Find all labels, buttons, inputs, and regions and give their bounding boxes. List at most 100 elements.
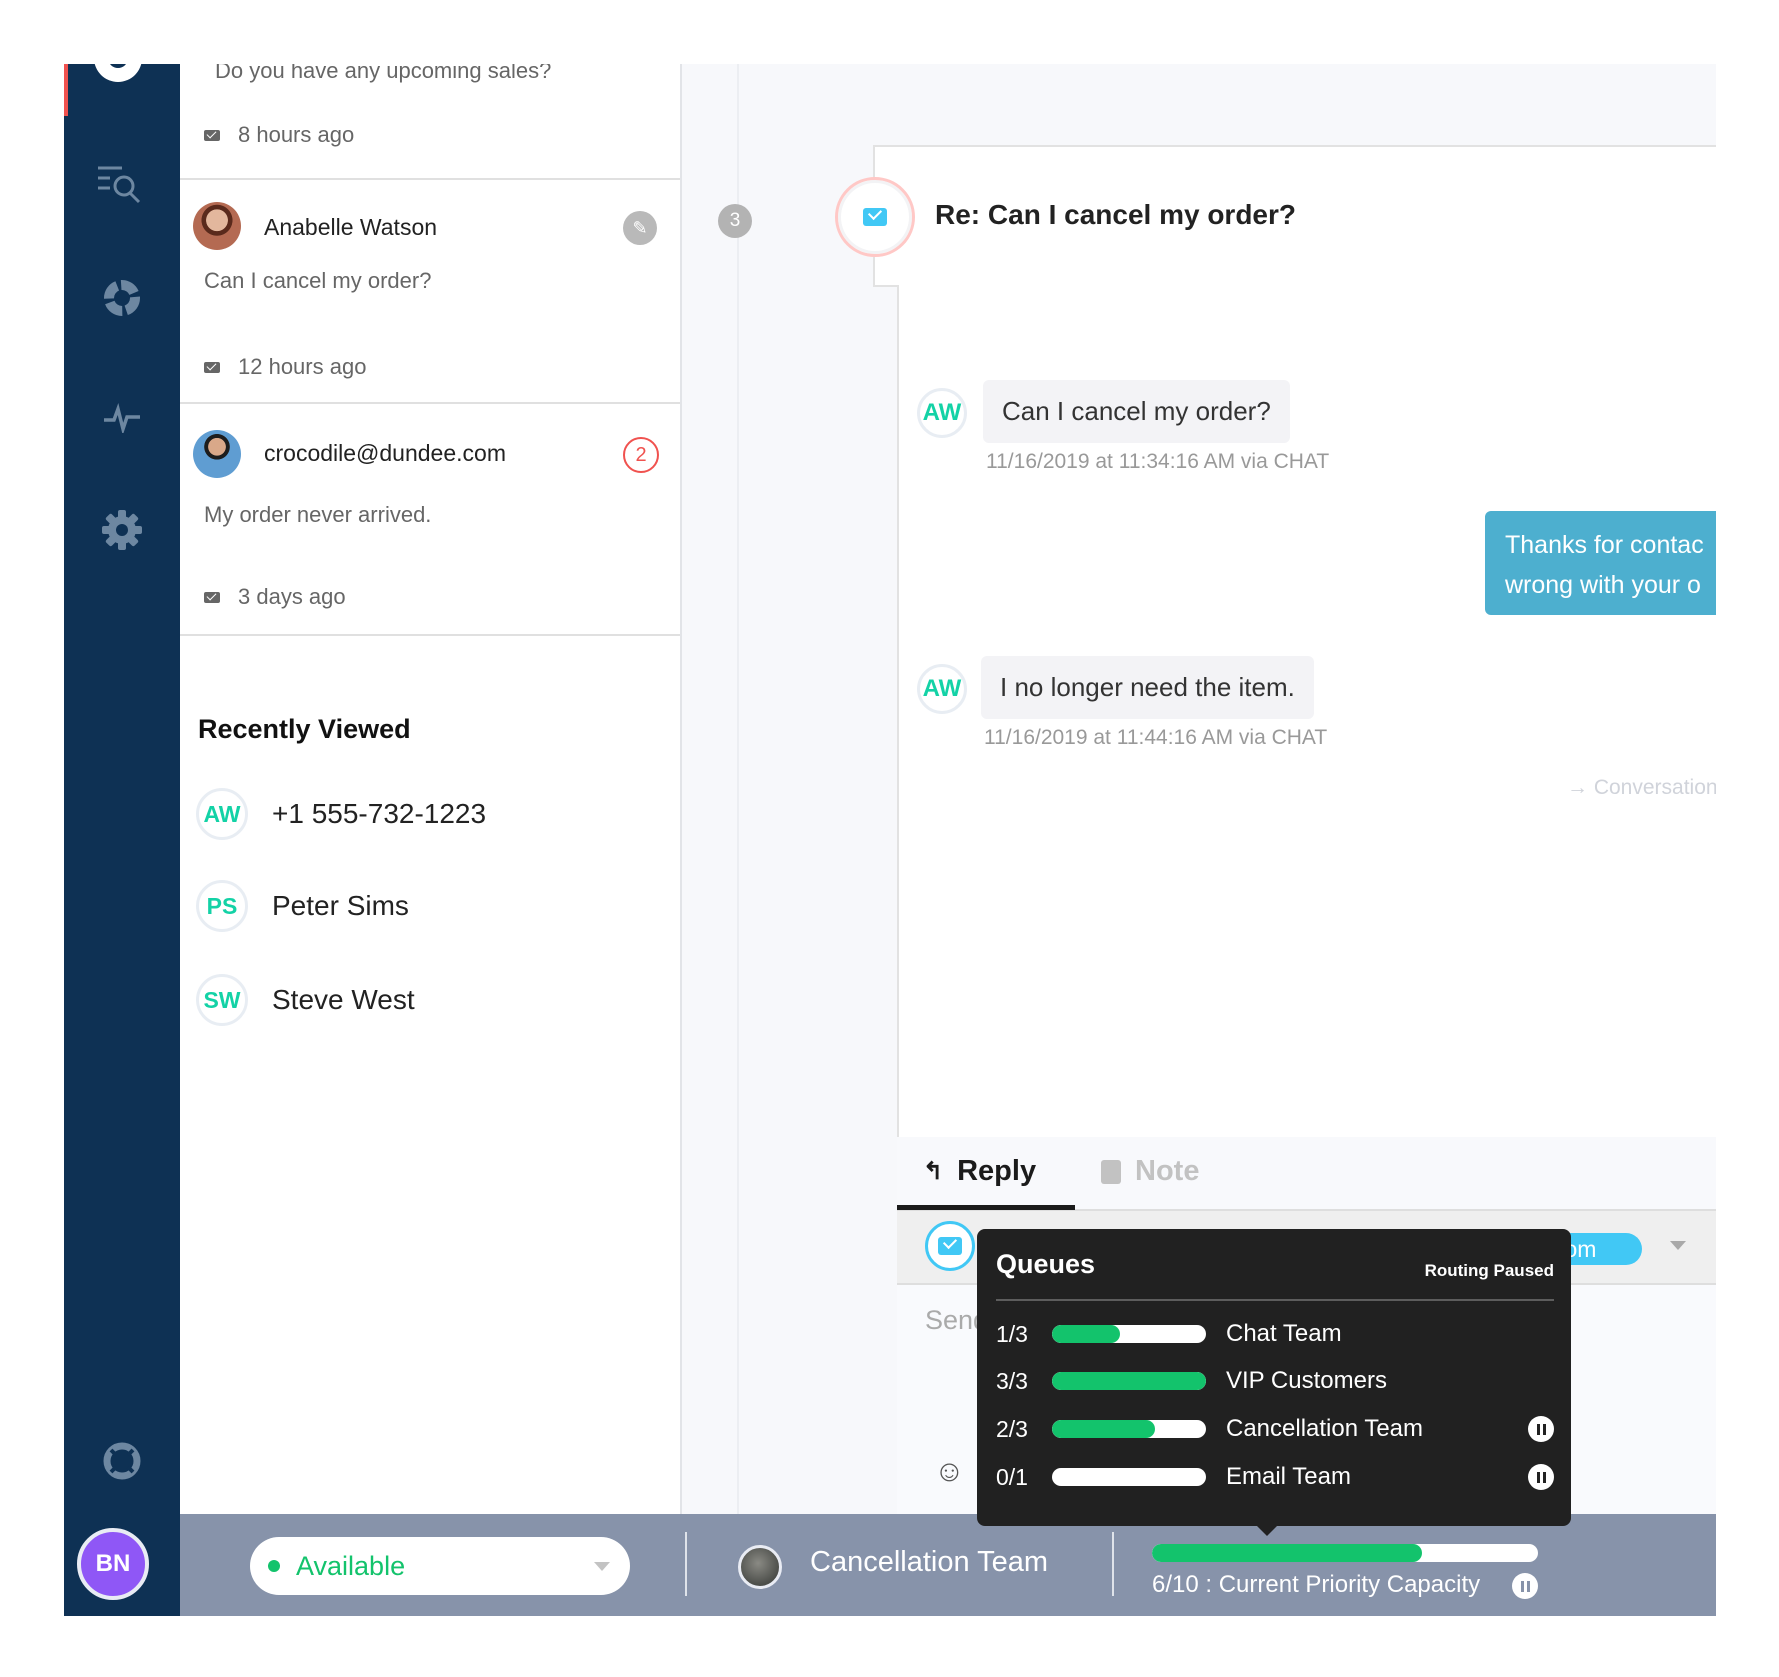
email-channel-icon [835, 177, 915, 257]
queue-count: 1/3 [996, 1320, 1028, 1347]
timeline-line [737, 64, 739, 1514]
conversation-time: 12 hours ago [204, 354, 366, 380]
conversation-item[interactable]: crocodile@dundee.com 2 My order never ar… [180, 404, 680, 636]
conversation-item[interactable]: Anabelle Watson ✎ Can I cancel my order?… [180, 180, 680, 404]
conversation-header: Re: Can I cancel my order? [835, 145, 1716, 287]
divider [996, 1299, 1554, 1301]
queue-bar-fill [1052, 1420, 1156, 1438]
tab-label: Reply [957, 1155, 1037, 1187]
recently-viewed-title: Recently Viewed [198, 714, 411, 744]
contact-photo [193, 430, 241, 478]
email-icon [204, 361, 220, 373]
logo-icon[interactable] [94, 64, 142, 82]
chevron-down-icon[interactable] [1670, 1241, 1686, 1250]
capacity-bar[interactable] [1152, 1544, 1538, 1562]
contact-initials: SW [196, 974, 248, 1026]
queue-bar [1052, 1420, 1206, 1438]
tab-label: Note [1135, 1155, 1200, 1187]
capacity-label: 6/10 : Current Priority Capacity [1152, 1571, 1481, 1598]
message-meta: 11/16/2019 at 11:44:16 AM via CHAT [984, 726, 1328, 749]
message-text: Thanks for contac [1505, 531, 1704, 559]
email-icon [204, 129, 220, 141]
queue-count: 2/3 [996, 1415, 1028, 1442]
contact-name: crocodile@dundee.com [264, 440, 506, 466]
conversation-preview: Can I cancel my order? [204, 268, 432, 293]
capacity-fill [1152, 1544, 1423, 1562]
conversation-list: Do you have any upcoming sales? 8 hours … [180, 64, 682, 1514]
active-tab-underline [897, 1205, 1075, 1210]
team-name[interactable]: Cancellation Team [810, 1546, 1048, 1579]
queue-row: 0/1 Email Team [996, 1457, 1554, 1497]
queue-bar [1052, 1372, 1206, 1390]
pause-icon[interactable] [1528, 1464, 1554, 1490]
queue-name: Cancellation Team [1226, 1415, 1424, 1442]
email-channel-button[interactable] [925, 1221, 975, 1271]
conversation-time: 3 days ago [204, 584, 346, 610]
reply-arrow-icon: ↰ [923, 1158, 944, 1185]
message-text: wrong with your o [1505, 571, 1701, 599]
contact-initials: PS [196, 880, 248, 932]
app-window: BN Do you have any upcoming sales? 8 hou… [64, 64, 1716, 1616]
reports-donut-icon[interactable] [94, 276, 150, 320]
edit-pencil-icon[interactable]: ✎ [623, 211, 657, 245]
pause-icon[interactable] [1512, 1573, 1538, 1599]
queue-name: Chat Team [1226, 1320, 1342, 1347]
activity-pulse-icon[interactable] [94, 396, 150, 440]
settings-gear-icon[interactable] [94, 508, 150, 552]
tab-note[interactable]: Note [1101, 1155, 1199, 1188]
note-icon [1101, 1159, 1121, 1184]
sidebar: BN [64, 64, 180, 1616]
message-bubble: I no longer need the item. [981, 656, 1314, 719]
divider [1112, 1532, 1114, 1596]
availability-label: Available [296, 1550, 406, 1581]
tab-reply[interactable]: ↰ Reply [923, 1155, 1036, 1188]
composer-tabs: ↰ Reply Note [897, 1137, 1716, 1211]
message-bubble: Can I cancel my order? [983, 380, 1290, 443]
queue-row: 3/3 VIP Customers [996, 1361, 1554, 1401]
pause-icon[interactable] [1528, 1416, 1554, 1442]
recent-item-label: Steve West [272, 984, 415, 1015]
email-icon [204, 591, 220, 603]
queues-title: Queues [996, 1249, 1096, 1279]
customer-message: AW Can I cancel my order? [917, 380, 1290, 443]
divider [685, 1532, 687, 1596]
recent-item-label: Peter Sims [272, 890, 409, 921]
message-meta: 11/16/2019 at 11:34:16 AM via CHAT [986, 450, 1330, 473]
queue-count: 3/3 [996, 1367, 1028, 1394]
contact-initials: AW [196, 788, 248, 840]
routing-status: Routing Paused [1424, 1261, 1554, 1280]
agent-message-bubble: Thanks for contac wrong with your o [1485, 511, 1716, 615]
contact-name: Anabelle Watson [264, 214, 438, 240]
step-badge: 3 [718, 204, 752, 238]
unread-count-badge: 2 [623, 437, 659, 473]
user-avatar[interactable]: BN [77, 1528, 149, 1600]
queue-name: VIP Customers [1226, 1367, 1387, 1394]
queue-row: 2/3 Cancellation Team [996, 1409, 1554, 1449]
recent-item[interactable]: PS Peter Sims [196, 876, 409, 936]
queue-row: 1/3 Chat Team [996, 1314, 1554, 1354]
emoji-icon[interactable]: ☺ [934, 1455, 965, 1489]
status-dot [268, 1560, 280, 1572]
customer-message: AW I no longer need the item. [917, 656, 1314, 719]
recent-item[interactable]: AW +1 555-732-1223 [196, 784, 486, 844]
active-indicator [64, 64, 68, 116]
recent-item[interactable]: SW Steve West [196, 970, 415, 1030]
queue-name: Email Team [1226, 1463, 1351, 1490]
conversation-time: 8 hours ago [204, 122, 354, 148]
sender-initials: AW [917, 664, 967, 714]
status-bar: Available Cancellation Team 6/10 : Curre… [180, 1514, 1716, 1616]
queues-popup: Queues Routing Paused 1/3 Chat Team 3/3 VIP… [977, 1229, 1571, 1536]
availability-select[interactable]: Available [250, 1537, 630, 1595]
conversation-subject: Re: Can I cancel my order? [935, 199, 1297, 230]
search-list-icon[interactable] [94, 162, 150, 206]
time-label: 8 hours ago [238, 122, 355, 147]
conversation-item[interactable]: Do you have any upcoming sales? 8 hours … [180, 64, 680, 180]
team-avatar [738, 1545, 782, 1589]
conversation-preview: My order never arrived. [204, 502, 432, 527]
queue-bar-fill [1052, 1372, 1206, 1390]
queue-bar-fill [1052, 1325, 1120, 1343]
contact-photo [193, 202, 241, 250]
help-lifebuoy-icon[interactable] [94, 1439, 150, 1483]
conversation-link[interactable]: → Conversation [1567, 776, 1716, 800]
time-label: 12 hours ago [238, 354, 367, 379]
